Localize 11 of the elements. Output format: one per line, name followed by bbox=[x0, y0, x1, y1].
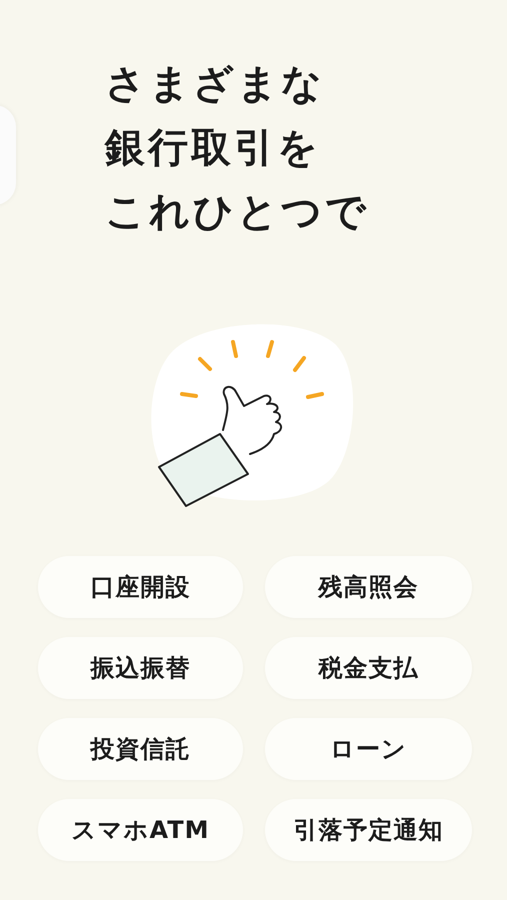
headline-text: さまざまな bbox=[105, 60, 326, 109]
headline-text: これひとつで bbox=[105, 188, 370, 237]
headline-text: 銀行取引を bbox=[105, 124, 322, 173]
feature-button[interactable]: 引落予定通知 bbox=[265, 799, 472, 861]
feature-button[interactable]: 振込振替 bbox=[38, 637, 243, 699]
feature-button[interactable]: 残高照会 bbox=[265, 556, 472, 618]
feature-button[interactable]: ローン bbox=[265, 718, 472, 780]
feature-button[interactable]: スマホATM bbox=[38, 799, 243, 861]
feature-button[interactable]: 口座開設 bbox=[38, 556, 243, 618]
feature-button[interactable]: 税金支払 bbox=[265, 637, 472, 699]
feature-button[interactable]: 投資信託 bbox=[38, 718, 243, 780]
